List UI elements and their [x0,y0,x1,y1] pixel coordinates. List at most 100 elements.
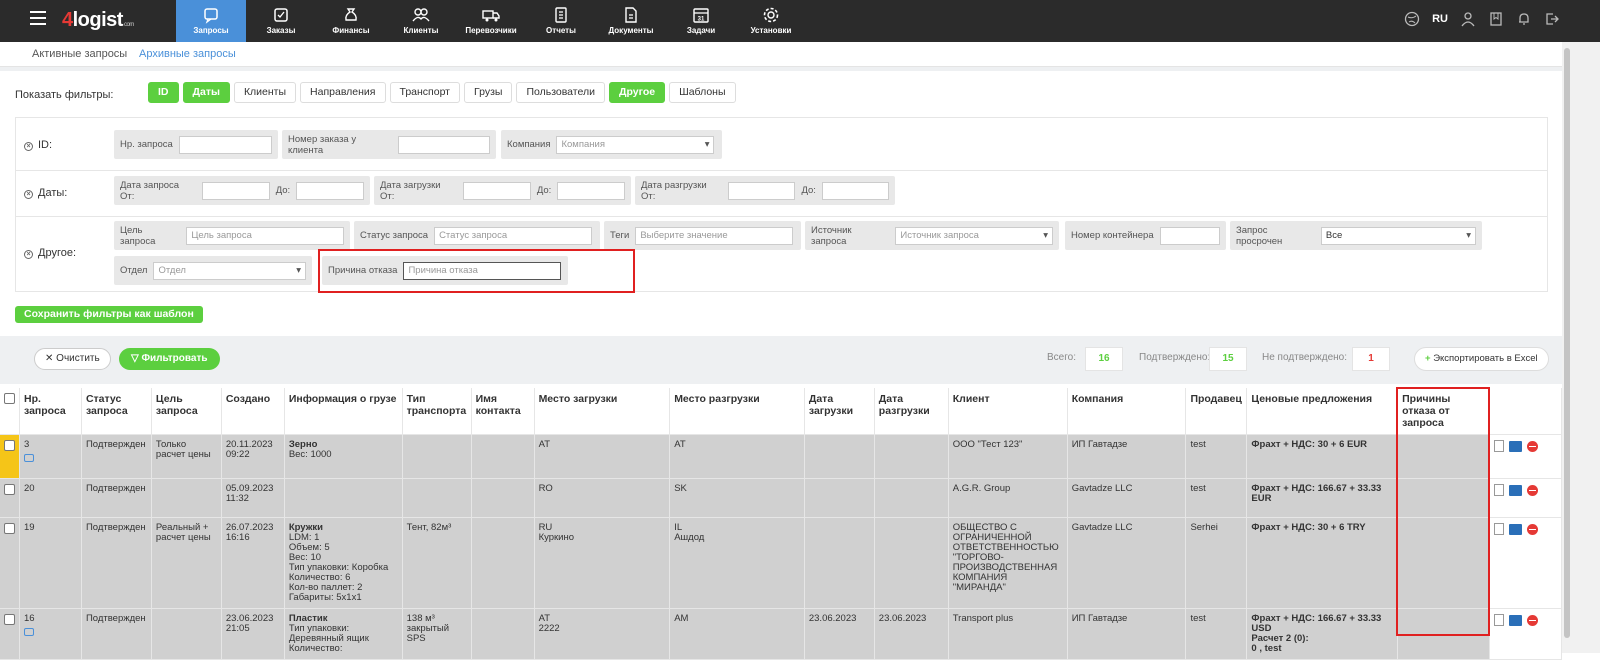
unload-date-to[interactable] [821,181,889,200]
source-select[interactable]: Источник запроса [895,226,1053,245]
copy-icon[interactable] [1493,614,1504,626]
book-icon[interactable] [1508,440,1522,452]
col-cargo[interactable]: Информация о грузе [284,388,403,435]
delete-icon[interactable] [1526,440,1538,452]
col-contact[interactable]: Имя контакта [471,388,535,435]
filter-toggle[interactable]: Клиенты [233,82,297,103]
remove-filter-icon[interactable]: × [24,142,33,151]
nav-item-gear[interactable]: Установки [736,0,806,42]
page-scrollbar[interactable] [1562,42,1600,653]
load-date-to[interactable] [557,181,626,200]
col-load-place[interactable]: Место загрузки [534,388,671,435]
delete-icon[interactable] [1526,484,1538,496]
col-seller[interactable]: Продавец [1185,388,1248,435]
col-offers[interactable]: Ценовые предложения [1246,388,1399,435]
delete-icon[interactable] [1526,523,1538,535]
col-client[interactable]: Клиент [948,388,1068,435]
row-checkbox[interactable] [4,614,15,625]
comment-icon[interactable] [24,628,34,636]
row-select[interactable] [0,517,20,609]
request-date-from[interactable] [201,181,270,200]
cell-no[interactable]: 16 [19,608,82,660]
tab-archive-requests[interactable]: Архивные запросы [139,48,236,60]
delete-icon[interactable] [1526,614,1538,626]
select-all-checkbox[interactable] [4,393,15,404]
filter-toggle[interactable]: Пользователи [516,82,605,103]
col-created[interactable]: Создано [221,388,285,435]
logout-icon[interactable] [1544,11,1560,27]
load-date-from[interactable] [463,181,531,200]
row-checkbox[interactable] [4,440,15,451]
tab-active-requests[interactable]: Активные запросы [32,48,127,60]
table-row[interactable]: 19 Подтвержден Реальный + расчет цены 26.07… [0,517,1563,609]
row-select[interactable] [0,478,20,518]
col-unload-place[interactable]: Место разгрузки [669,388,805,435]
nav-item-truck[interactable]: Перевозчики [456,0,526,42]
clear-button[interactable]: ✕ Очистить [34,348,111,370]
row-checkbox[interactable] [4,484,15,495]
book-icon[interactable] [1508,614,1522,626]
row-select[interactable] [0,434,20,479]
status-input[interactable]: Статус запроса [434,226,593,245]
unload-date-from[interactable] [728,181,796,200]
department-select[interactable]: Отдел [153,261,306,280]
logo[interactable]: 4logistcom [62,9,134,32]
nav-item-requests[interactable]: Запросы [176,0,246,42]
col-load-date[interactable]: Дата загрузки [804,388,875,435]
copy-icon[interactable] [1493,484,1504,496]
language-selector[interactable]: RU [1432,13,1448,25]
cell-no[interactable]: 19 [19,517,82,609]
nav-item-documents[interactable]: Документы [596,0,666,42]
client-order-input[interactable] [397,135,490,154]
filter-toggle[interactable]: Направления [300,82,386,103]
filter-toggle[interactable]: Транспорт [389,82,460,103]
container-input[interactable] [1159,226,1220,245]
col-status[interactable]: Статус запроса [81,388,152,435]
company-select[interactable]: Компания [556,135,715,154]
book-icon[interactable] [1508,523,1522,535]
copy-icon[interactable] [1493,440,1504,452]
cell-no[interactable]: 3 [19,434,82,479]
purpose-input[interactable]: Цель запроса [186,226,344,245]
remove-filter-icon[interactable]: × [24,250,33,259]
cell-no[interactable]: 20 [19,478,82,518]
book-icon[interactable] [1508,484,1522,496]
table-row[interactable]: 20 Подтвержден 05.09.2023 11:32 RO SK A.G.R. … [0,478,1563,518]
table-row[interactable]: 3 Подтвержден Только расчет цены 20.11.2023… [0,434,1563,479]
request-date-to[interactable] [296,181,364,200]
nav-item-calendar[interactable]: 31 Задачи [666,0,736,42]
select-all[interactable] [0,388,20,435]
bell-icon[interactable] [1516,11,1532,27]
menu-icon[interactable] [30,11,46,25]
filter-button[interactable]: ▽ Фильтровать [119,348,220,370]
nav-item-finance[interactable]: Финансы [316,0,386,42]
remove-filter-icon[interactable]: × [24,190,33,199]
row-select[interactable] [0,608,20,660]
nav-item-clients[interactable]: Клиенты [386,0,456,42]
nav-item-reports[interactable]: Отчеты [526,0,596,42]
table-row[interactable]: 16 Подтвержден 23.06.2023 21:05 Пластик Тип … [0,608,1563,660]
filter-toggle[interactable]: ID [148,82,179,103]
nav-item-orders[interactable]: Заказы [246,0,316,42]
filter-toggle[interactable]: Грузы [464,82,513,103]
overdue-select[interactable]: Все [1320,226,1476,245]
comment-icon[interactable] [24,454,34,462]
col-purpose[interactable]: Цель запроса [151,388,222,435]
filter-toggle[interactable]: Шаблоны [669,82,736,103]
globe-icon[interactable] [1404,11,1420,27]
copy-icon[interactable] [1493,523,1504,535]
tags-input[interactable]: Выберите значение [635,226,794,245]
col-company[interactable]: Компания [1067,388,1187,435]
bookmark-icon[interactable] [1488,11,1504,27]
export-excel-button[interactable]: + Экспортировать в Excel [1414,347,1549,371]
col-unload-date[interactable]: Дата разгрузки [874,388,949,435]
col-no[interactable]: Нр. запроса [19,388,82,435]
user-icon[interactable] [1460,11,1476,27]
row-checkbox[interactable] [4,523,15,534]
col-transport[interactable]: Тип транспорта [402,388,472,435]
request-no-input[interactable] [178,135,272,154]
scrollbar-thumb[interactable] [1564,48,1570,638]
filter-toggle[interactable]: Даты [182,82,230,103]
save-template-button[interactable]: Сохранить фильтры как шаблон [15,306,203,323]
filter-toggle[interactable]: Другое [608,82,666,103]
